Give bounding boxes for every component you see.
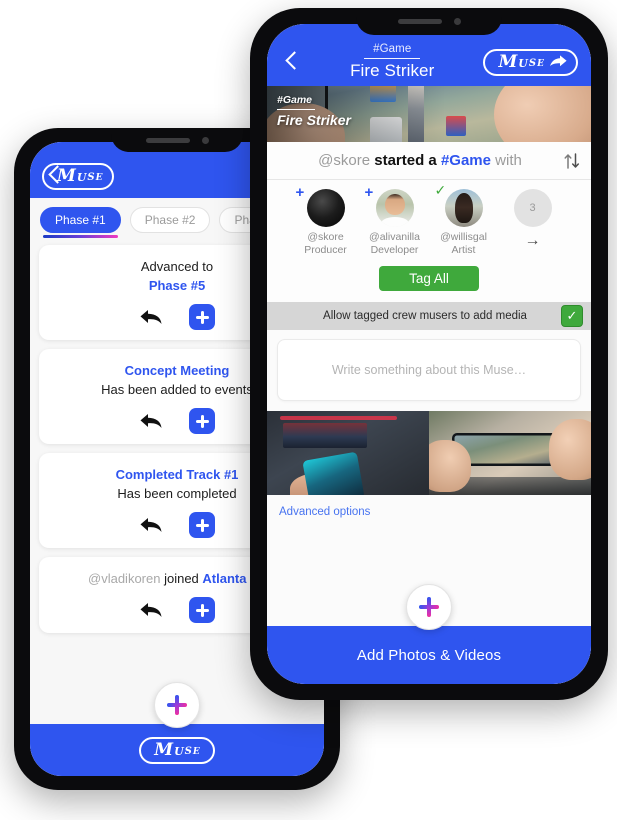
add-photos-videos-label: Add Photos & Videos [356,646,502,664]
reply-arrow-icon[interactable] [139,412,163,430]
muse-share-logo[interactable]: M U S E [483,48,578,76]
front-phone-notch [356,8,502,35]
allow-media-row: Allow tagged crew musers to add media ✓ [267,302,591,330]
avatar[interactable] [444,189,483,227]
back-phone-notch [111,128,243,152]
add-button[interactable] [189,304,215,330]
front-phone-frame: #Game Fire Striker M U S E #Game Fire St… [250,8,608,700]
add-crew-icon[interactable]: + [296,185,305,200]
allow-media-label: Allow tagged crew musers to add media [323,310,527,322]
banner-title: Fire Striker [277,112,351,129]
media-thumbnail[interactable] [267,411,429,495]
composer-wrap: Write something about this Muse… [267,330,591,411]
headline-text: @skore started a #Game with [277,152,563,169]
card-user-handle: @vladikoren [88,571,161,586]
avatar[interactable] [375,189,414,227]
appbar-hashtag: #Game [373,42,412,55]
card-verb: joined [164,571,199,586]
front-phone-screen: #Game Fire Striker M U S E #Game Fire St… [267,24,591,684]
chevron-left-icon[interactable] [42,163,68,189]
mockup-stage: M U S E Phase #1 Phase #2 Phase #3 Advan… [0,0,617,820]
tab-phase-1[interactable]: Phase #1 [40,207,121,238]
fab-zone [267,568,591,630]
thumb-hand-left [429,439,472,492]
thumb-hand-right [548,419,591,480]
allow-media-checkbox[interactable]: ✓ [561,305,583,327]
headline-verb: started a [374,152,437,169]
crew-row: + @skore Producer + @alivanilla Develope… [267,183,591,257]
sort-updown-icon[interactable] [563,152,581,169]
reply-arrow-icon[interactable] [139,516,163,534]
composer-placeholder: Write something about this Muse… [331,363,527,377]
crew-member[interactable]: ✓ @willisgal Artist [435,183,492,257]
arrow-right-icon[interactable]: → [525,233,541,249]
crew-role: Producer [304,244,347,256]
muse-logo-s: S [87,172,95,183]
tag-all-button[interactable]: Tag All [379,266,479,291]
add-crew-icon[interactable]: + [365,185,374,200]
plus-icon[interactable] [154,682,200,728]
plus-icon[interactable] [406,584,452,630]
muse-logo-u: U [518,57,528,70]
crew-more[interactable]: 3 → [505,189,561,249]
muse-logo-u: U [174,745,184,758]
crew-member[interactable]: + @alivanilla Developer [365,185,423,257]
speaker-grille [397,19,442,24]
crew-handle: @alivanilla [369,231,420,243]
crew-section: + @skore Producer + @alivanilla Develope… [267,180,591,302]
thumb-light-strip [279,416,397,421]
muse-description-input[interactable]: Write something about this Muse… [277,339,581,401]
front-camera-icon [453,18,461,25]
crew-more-count[interactable]: 3 [513,189,552,227]
thumb-monitor [283,422,368,448]
title-divider [364,57,421,60]
crew-role: Developer [370,244,419,256]
tab-phase-2[interactable]: Phase #2 [129,207,211,233]
crew-role: Artist [451,244,476,256]
muse-logo-e: E [537,59,544,69]
media-thumbnail-strip [267,411,591,495]
page-title: Fire Striker [350,61,435,81]
reply-arrow-icon[interactable] [139,308,163,326]
add-button[interactable] [189,408,215,434]
chevron-left-icon[interactable] [279,49,305,75]
muse-logo-bottom[interactable]: M U S E [139,736,215,764]
headline-suffix: with [495,152,522,169]
muse-headline-row: @skore started a #Game with [267,142,591,180]
share-arrow-icon[interactable] [550,55,567,69]
speaker-grille [145,137,190,143]
back-phone-bottom-bar: M U S E [30,724,324,776]
banner-caption: #Game Fire Striker [277,94,351,128]
crew-handle: @skore [307,231,344,243]
add-button[interactable] [189,597,215,623]
headline-tag[interactable]: #Game [441,152,491,169]
muse-logo-s: S [184,746,192,757]
advanced-options-wrap: Advanced options [267,495,591,568]
banner-hashtag: #Game [277,94,313,106]
reply-arrow-icon[interactable] [139,601,163,619]
advanced-options-link[interactable]: Advanced options [279,506,370,518]
appbar-title-block: #Game Fire Striker [301,43,483,81]
add-photos-videos-bar[interactable]: Add Photos & Videos [267,626,591,684]
muse-logo-u: U [76,171,87,184]
front-camera-icon [201,136,209,144]
headline-user[interactable]: @skore [318,152,370,169]
check-icon: ✓ [434,182,447,198]
crew-member[interactable]: + @skore Producer [296,185,354,257]
muse-logo-s: S [528,58,537,69]
banner-divider [277,108,315,110]
avatar[interactable] [306,189,345,227]
thumb-phone [302,451,365,495]
muse-logo-m: M [154,739,174,760]
media-thumbnail[interactable] [429,411,591,495]
muse-logo-e: E [192,747,200,757]
crew-handle: @willisgal [440,231,487,243]
muse-banner-image: #Game Fire Striker [267,86,591,142]
muse-logo-e: E [95,173,103,183]
add-button[interactable] [189,512,215,538]
muse-logo-m: M [498,51,518,72]
